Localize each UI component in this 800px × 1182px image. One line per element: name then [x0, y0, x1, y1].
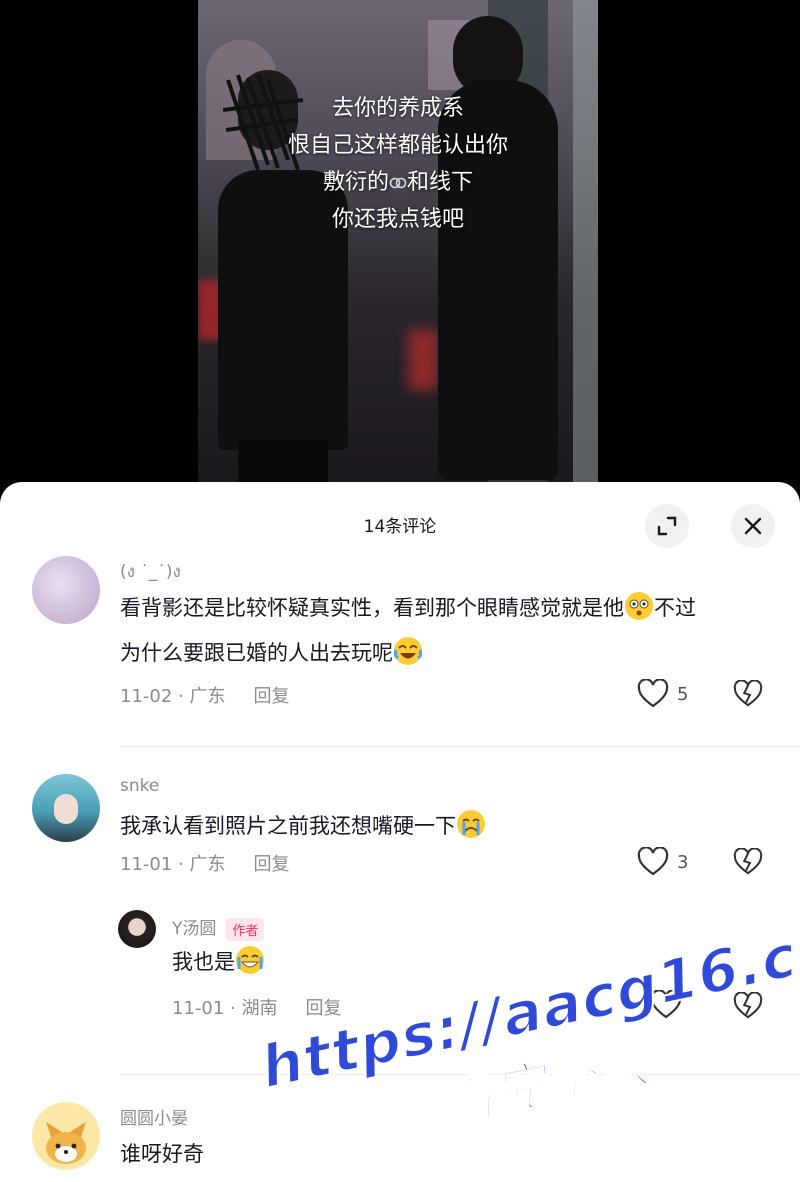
expand-icon [657, 516, 677, 536]
comment-location: 广东 [189, 686, 226, 707]
comment-text-line: 为什么要跟已婚的人出去玩呢 [120, 631, 780, 676]
red-light [408, 330, 438, 390]
video-frame: 去你的养成系 恨自己这样都能认出你 敷衍的 和线下 你还我点钱吧 [198, 0, 598, 500]
author-badge: 作者 [226, 917, 265, 941]
reply-location: 湖南 [241, 998, 278, 1019]
reply-date: 11-01 [172, 998, 225, 1019]
close-button[interactable] [731, 504, 775, 548]
comment-text-line: 看背影还是比较怀疑真实性，看到那个眼睛感觉就是他 不过 [120, 586, 780, 631]
comment-username[interactable]: snke [120, 776, 159, 796]
divider [120, 1074, 800, 1075]
avatar[interactable] [32, 556, 100, 624]
reply-avatar[interactable] [118, 910, 156, 948]
caption-line: 敷衍的 和线下 [198, 164, 598, 201]
rofl-emoji-icon [393, 637, 423, 665]
close-icon [744, 517, 762, 535]
grin-sweat-emoji-icon [236, 946, 264, 974]
like-button[interactable] [650, 990, 690, 1020]
like-count: 3 [677, 851, 689, 873]
dislike-button[interactable] [733, 679, 763, 712]
crying-emoji-icon [457, 810, 485, 838]
broken-heart-icon [733, 679, 763, 707]
building-pillar [573, 0, 598, 500]
comment-meta: 11-02 · 广东 回复 [120, 686, 290, 707]
avatar-face [54, 794, 78, 824]
reply-username[interactable]: Y汤圆 [172, 919, 216, 939]
broken-heart-icon [733, 847, 763, 875]
expand-button[interactable] [645, 504, 689, 548]
comment-date: 11-01 [120, 854, 173, 875]
comment-date: 11-02 [120, 686, 173, 707]
caption-part: 和线下 [407, 170, 474, 195]
reply-button[interactable]: 回复 [253, 686, 289, 707]
rings-icon [389, 177, 407, 189]
comment-meta: 11-01 · 广东 回复 [120, 854, 290, 875]
broken-heart-icon [733, 991, 763, 1019]
reply-text: 我也是 [172, 940, 265, 985]
heart-icon [637, 847, 669, 876]
like-button[interactable]: 5 [637, 679, 688, 709]
comment-text: 谁呀好奇 [120, 1142, 204, 1166]
reply-meta: 11-01 · 湖南 回复 [172, 998, 342, 1019]
caption-part: 敷衍的 [322, 170, 389, 195]
flushed-emoji-icon [625, 592, 653, 620]
reply-button[interactable]: 回复 [253, 854, 289, 875]
reply-text-part: 我也是 [172, 950, 235, 974]
comment-username[interactable]: (ง ˙_˙)ง [120, 558, 181, 585]
like-count: 5 [677, 683, 689, 705]
caption-line: 恨自己这样都能认出你 [287, 133, 508, 158]
sheet-header: 14条评论 [0, 482, 800, 566]
reply-username-row: Y汤圆 作者 [172, 914, 265, 941]
divider [120, 746, 800, 747]
dislike-button[interactable] [733, 847, 763, 880]
comment-username[interactable]: 圆圆小晏 [120, 1104, 188, 1129]
dislike-button[interactable] [733, 991, 763, 1024]
like-button[interactable]: 3 [637, 847, 688, 877]
video-player[interactable]: 去你的养成系 恨自己这样都能认出你 敷衍的 和线下 你还我点钱吧 [0, 0, 800, 500]
caption-line: 你还我点钱吧 [331, 207, 464, 232]
avatar[interactable] [32, 774, 100, 842]
corgi-avatar-icon [46, 1122, 86, 1164]
comment-text-part: 为什么要跟已婚的人出去玩呢 [120, 641, 393, 665]
video-caption: 去你的养成系 恨自己这样都能认出你 敷衍的 和线下 你还我点钱吧 [198, 90, 598, 238]
comment-text-part: 看背影还是比较怀疑真实性，看到那个眼睛感觉就是他 [120, 596, 624, 620]
comment-location: 广东 [189, 854, 226, 875]
heart-icon [637, 679, 669, 708]
caption-line: 去你的养成系 [331, 96, 464, 121]
heart-icon [650, 990, 682, 1019]
comment-text: 我承认看到照片之前我还想嘴硬一下 [120, 804, 780, 849]
comment-text-part: 不过 [654, 596, 696, 620]
avatar[interactable] [32, 1102, 100, 1170]
comment-text-part: 我承认看到照片之前我还想嘴硬一下 [120, 814, 456, 838]
comment-sheet: 14条评论 (ง ˙_˙)ง 看背影还是比较怀疑真实性，看到那个眼睛感觉就是他 不… [0, 482, 800, 1182]
comment-text: 看背影还是比较怀疑真实性，看到那个眼睛感觉就是他 不过 为什么要跟已婚的人出去玩呢 [120, 586, 780, 676]
reply-button[interactable]: 回复 [305, 998, 341, 1019]
